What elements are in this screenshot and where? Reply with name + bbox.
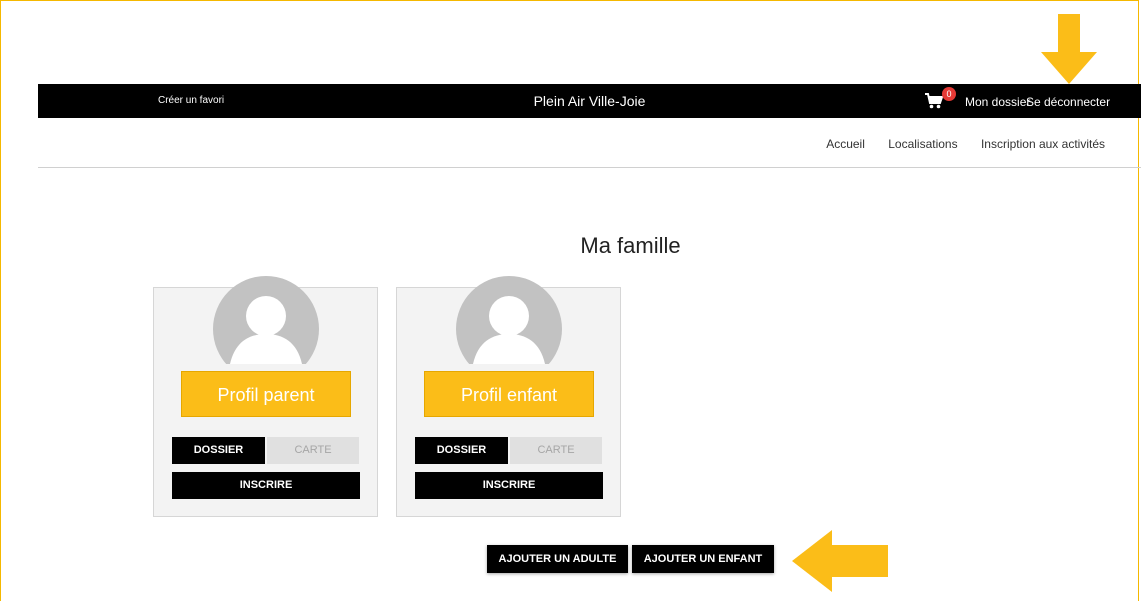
header-divider bbox=[38, 167, 1141, 168]
arrow-down-icon bbox=[1041, 14, 1097, 89]
add-child-button[interactable]: AJOUTER UN ENFANT bbox=[632, 545, 774, 573]
avatar-icon bbox=[213, 276, 319, 364]
top-bar: Créer un favori Plein Air Ville-Joie 0 M… bbox=[38, 84, 1141, 118]
my-file-link[interactable]: Mon dossier bbox=[965, 95, 1030, 109]
add-adult-button[interactable]: AJOUTER UN ADULTE bbox=[487, 545, 628, 573]
parent-dossier-button[interactable]: DOSSIER bbox=[172, 437, 265, 464]
parent-profile-label[interactable]: Profil parent bbox=[181, 371, 351, 417]
parent-profile-card: Profil parent DOSSIER CARTE INSCRIRE bbox=[153, 276, 378, 517]
parent-card-button[interactable]: CARTE bbox=[267, 437, 359, 464]
page-title: Ma famille bbox=[580, 232, 681, 258]
nav-item-locations[interactable]: Localisations bbox=[888, 137, 957, 151]
child-dossier-button[interactable]: DOSSIER bbox=[415, 437, 508, 464]
child-register-button[interactable]: INSCRIRE bbox=[415, 472, 603, 499]
cart-count-badge: 0 bbox=[942, 87, 956, 101]
avatar-icon bbox=[456, 276, 562, 364]
arrow-left-icon bbox=[792, 530, 888, 597]
child-profile-card: Profil enfant DOSSIER CARTE INSCRIRE bbox=[396, 276, 621, 517]
child-card-button[interactable]: CARTE bbox=[510, 437, 602, 464]
nav-item-home[interactable]: Accueil bbox=[826, 137, 865, 151]
logout-link[interactable]: Se déconnecter bbox=[1026, 95, 1110, 109]
main-nav: Accueil Localisations Inscription aux ac… bbox=[806, 137, 1105, 151]
child-profile-label[interactable]: Profil enfant bbox=[424, 371, 594, 417]
parent-register-button[interactable]: INSCRIRE bbox=[172, 472, 360, 499]
nav-item-activity-registration[interactable]: Inscription aux activités bbox=[981, 137, 1105, 151]
